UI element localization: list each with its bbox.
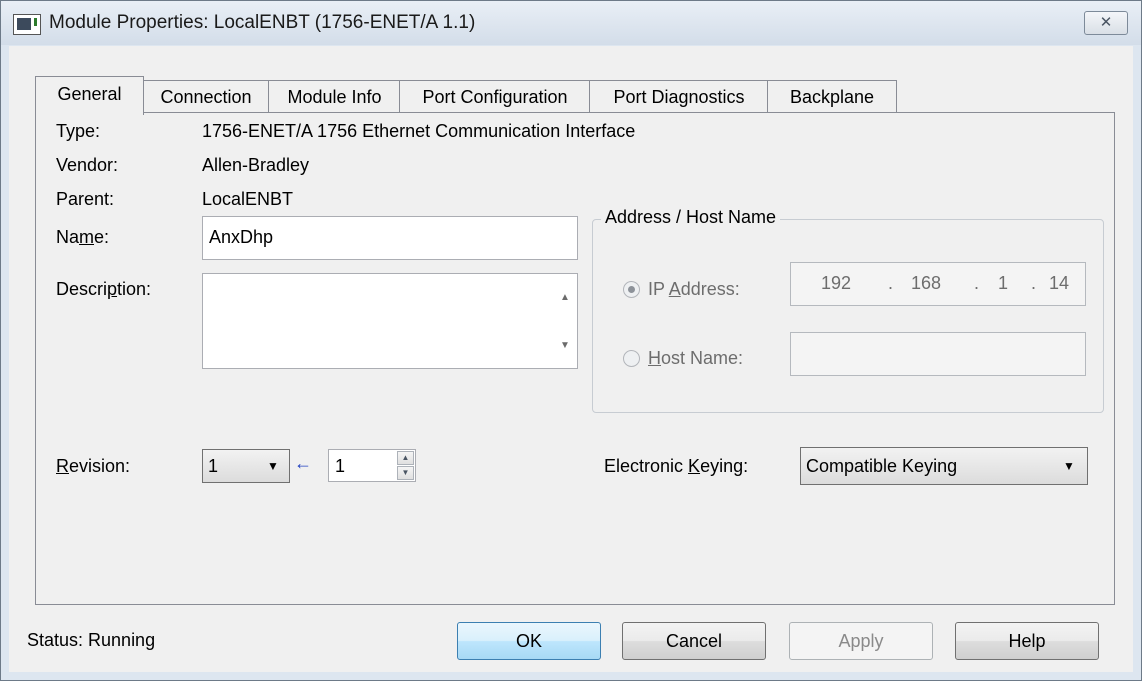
chevron-down-icon: ▼ [267,459,279,473]
address-groupbox: Address / Host Name IP Address: 192 . 16… [592,207,1104,413]
scroll-up-icon[interactable]: ▲ [553,292,577,303]
dialog-client: General Connection Module Info Port Conf… [9,46,1133,672]
description-scrollbar[interactable]: ▲ ▼ [553,274,577,368]
revision-label: Revision: [56,456,131,476]
tab-port-configuration[interactable]: Port Configuration [399,80,591,114]
description-label: Description: [56,279,152,299]
title-bar: Module Properties: LocalENBT (1756-ENET/… [1,1,1141,45]
revision-arrow-icon: ← [294,453,312,473]
apply-button[interactable]: Apply [789,622,933,660]
name-input[interactable]: AnxDhp [202,216,578,260]
ip-address-label: IP Address: [648,279,740,299]
host-name-field[interactable] [790,332,1086,376]
window-title: Module Properties: LocalENBT (1756-ENET/… [49,12,476,33]
vendor-label: Vendor: [56,155,119,175]
ip-dot-2: . [974,273,980,293]
spin-up-icon[interactable]: ▲ [397,451,414,465]
ip-octet-3: 1 [998,273,1009,293]
spin-down-icon[interactable]: ▼ [397,466,414,480]
close-icon: ✕ [1099,14,1113,31]
tab-general[interactable]: General [35,76,144,115]
type-value: 1756-ENET/A 1756 Ethernet Communication … [202,121,636,141]
host-name-radio[interactable] [623,350,640,367]
help-button[interactable]: Help [955,622,1099,660]
tab-module-info[interactable]: Module Info [268,80,401,114]
revision-major-select[interactable]: 1 ▼ [202,449,290,483]
ip-dot-3: . [1031,273,1037,293]
ip-dot-1: . [888,273,894,293]
general-panel: Type: 1756-ENET/A 1756 Ethernet Communic… [35,112,1115,605]
electronic-keying-label: Electronic Keying: [604,456,749,476]
name-label: Name: [56,227,110,247]
tab-port-diagnostics[interactable]: Port Diagnostics [589,80,769,114]
vendor-value: Allen-Bradley [202,155,310,175]
ip-address-radio[interactable] [623,281,640,298]
revision-minor-spinner[interactable]: 1 ▲ ▼ [328,449,416,482]
tab-connection[interactable]: Connection [142,80,270,114]
scroll-down-icon[interactable]: ▼ [553,340,577,351]
ip-octet-4: 14 [1049,273,1070,293]
parent-label: Parent: [56,189,115,209]
app-icon [13,14,41,35]
ok-button[interactable]: OK [457,622,601,660]
address-group-title: Address / Host Name [601,207,781,228]
close-button[interactable]: ✕ [1084,11,1128,35]
parent-value: LocalENBT [202,189,294,209]
electronic-keying-select[interactable]: Compatible Keying ▼ [800,447,1088,485]
ip-octet-2: 168 [911,273,942,293]
host-name-label: Host Name: [648,348,744,368]
description-textarea[interactable]: ▲ ▼ [202,273,578,369]
ip-octet-1: 192 [821,273,852,293]
ip-address-field[interactable]: 192 . 168 . 1 . 14 [790,262,1086,306]
tab-backplane[interactable]: Backplane [767,80,897,114]
status-text: Status: Running [27,630,156,650]
radio-selected-dot [628,286,635,293]
chevron-down-icon: ▼ [1063,459,1075,473]
module-properties-window: Module Properties: LocalENBT (1756-ENET/… [0,0,1142,681]
type-label: Type: [56,121,101,141]
cancel-button[interactable]: Cancel [622,622,766,660]
